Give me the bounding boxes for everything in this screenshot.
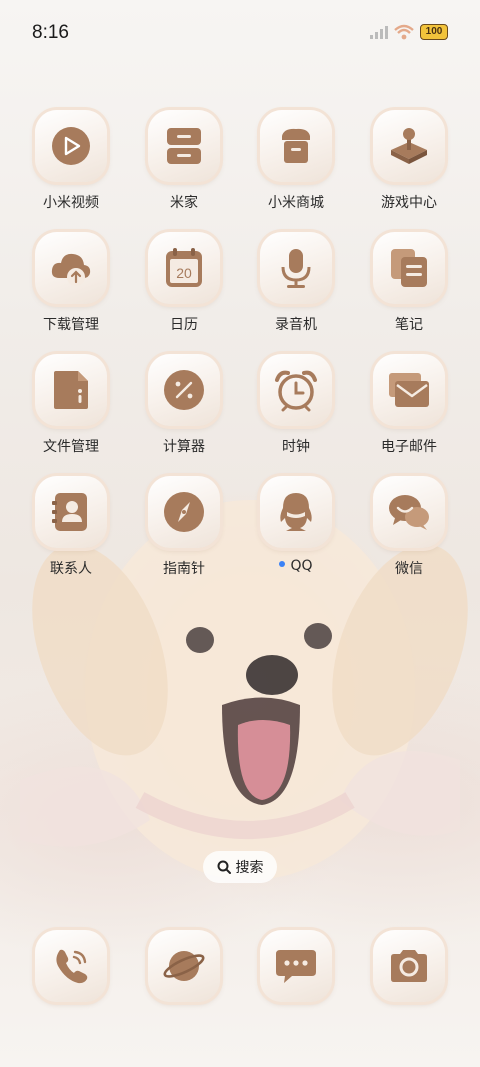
cloud-upload-icon	[51, 253, 91, 286]
compass-icon	[164, 492, 204, 532]
app-wechat[interactable]: 微信	[354, 476, 464, 578]
joystick-icon	[391, 128, 427, 164]
app-contacts[interactable]: 联系人	[16, 476, 126, 578]
search-icon	[217, 860, 231, 874]
app-label: 录音机	[275, 317, 317, 333]
app-mi-home[interactable]: 米家	[129, 110, 239, 212]
phone-icon	[56, 949, 88, 984]
app-label: 游戏中心	[381, 195, 437, 211]
app-calculator[interactable]: 计算器	[129, 354, 239, 456]
planet-icon	[163, 951, 205, 981]
signal-icon	[370, 26, 388, 39]
dock-messages[interactable]	[241, 930, 351, 1002]
search-button[interactable]: 搜索	[203, 851, 277, 883]
app-label: 电子邮件	[381, 439, 437, 455]
app-file-manager[interactable]: 文件管理	[16, 354, 126, 456]
calendar-icon: 20	[166, 248, 202, 287]
store-icon	[282, 128, 310, 163]
microphone-icon	[281, 249, 311, 288]
app-downloads[interactable]: 下载管理	[16, 232, 126, 334]
app-label: 时钟	[282, 439, 310, 455]
qq-penguin-icon	[280, 493, 312, 531]
alarm-clock-icon	[275, 370, 317, 412]
app-qq[interactable]: QQ	[241, 476, 351, 574]
status-icons: 100	[370, 24, 448, 40]
percent-icon	[164, 370, 204, 410]
app-compass[interactable]: 指南针	[129, 476, 239, 578]
app-mi-video[interactable]: 小米视频	[16, 110, 126, 212]
app-label: 微信	[395, 561, 423, 577]
search-label: 搜索	[235, 860, 264, 876]
app-calendar[interactable]: 20 日历	[129, 232, 239, 334]
home-device-icon	[167, 128, 201, 164]
camera-icon	[391, 950, 427, 982]
app-label: 文件管理	[43, 439, 99, 455]
app-label: 计算器	[163, 439, 205, 455]
app-label: 小米视频	[43, 195, 99, 211]
app-recorder[interactable]: 录音机	[241, 232, 351, 334]
dock-phone[interactable]	[16, 930, 126, 1002]
contact-card-icon	[52, 493, 87, 531]
battery-indicator: 100	[420, 24, 448, 40]
play-circle-icon	[52, 127, 90, 165]
new-notification-dot	[279, 561, 286, 567]
app-label: 日历	[170, 317, 198, 333]
app-label: 笔记	[395, 317, 423, 333]
status-bar: 8:16 100	[0, 0, 480, 68]
app-label: 下载管理	[43, 317, 99, 333]
clock-time: 8:16	[32, 22, 69, 43]
app-label: 米家	[170, 195, 198, 211]
app-label: 指南针	[163, 561, 205, 577]
dock-camera[interactable]	[354, 930, 464, 1002]
app-notes[interactable]: 笔记	[354, 232, 464, 334]
envelope-icon	[389, 373, 429, 407]
app-label: QQ	[241, 558, 351, 574]
notes-icon	[391, 249, 427, 287]
app-mi-store[interactable]: 小米商城	[241, 110, 351, 212]
wifi-icon	[394, 24, 414, 40]
app-game-center[interactable]: 游戏中心	[354, 110, 464, 212]
dock-browser[interactable]	[129, 930, 239, 1002]
app-clock[interactable]: 时钟	[241, 354, 351, 456]
file-icon	[54, 371, 88, 409]
app-label: 小米商城	[268, 195, 324, 211]
app-label: 联系人	[50, 561, 92, 577]
chat-bubble-icon	[276, 950, 316, 983]
app-email[interactable]: 电子邮件	[354, 354, 464, 456]
svg-text:20: 20	[176, 265, 192, 281]
wechat-bubble-icon	[389, 495, 429, 530]
